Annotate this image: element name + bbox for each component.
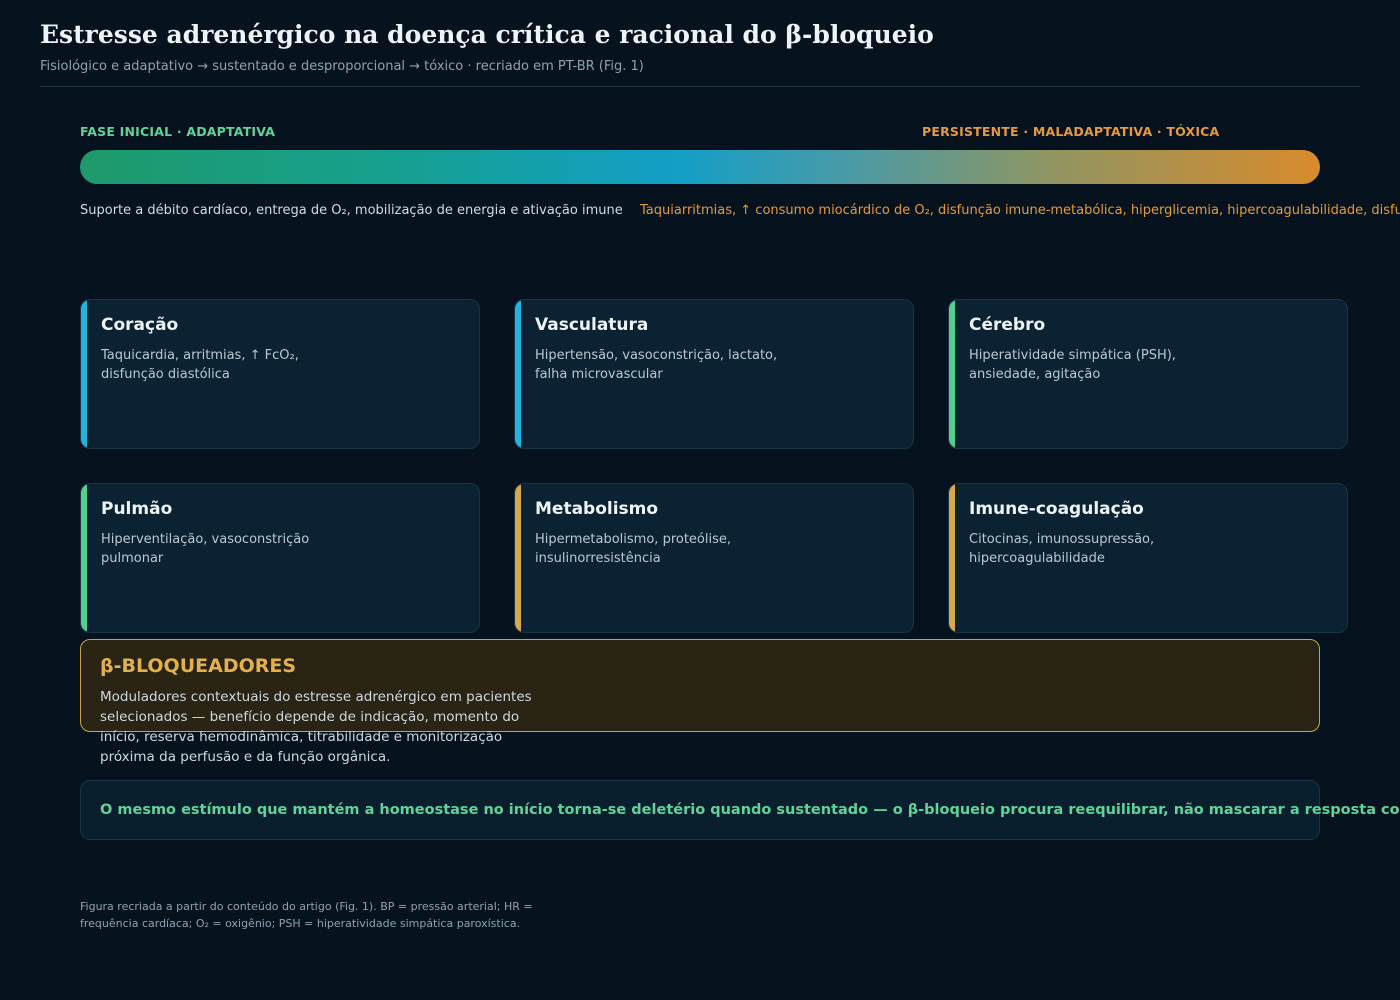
card-body: Hipertensão, vasoconstrição, lactato, fa… <box>535 348 778 382</box>
card-title: Coração <box>101 315 179 335</box>
beta-blockers-description: Moduladores contextuais do estresse adre… <box>100 689 532 765</box>
card-accent-bar <box>949 300 955 448</box>
organ-card-metabolism: Metabolismo Hipermetabolismo, proteólise… <box>514 483 914 633</box>
card-title: Cérebro <box>969 315 1046 335</box>
card-body: Hiperventilação, vasoconstrição pulmonar <box>101 532 310 566</box>
card-title: Pulmão <box>101 499 173 519</box>
card-body: Hipermetabolismo, proteólise, insulinorr… <box>535 532 732 566</box>
page-title: Estresse adrenérgico na doença crítica e… <box>40 20 934 49</box>
card-title: Metabolismo <box>535 499 659 519</box>
card-body: Citocinas, imunossupressão, hipercoagula… <box>969 532 1155 566</box>
card-accent-bar <box>81 300 87 448</box>
phase-description-adaptive: Suporte a débito cardíaco, entrega de O₂… <box>80 203 623 218</box>
card-title: Imune-coagulação <box>969 499 1144 519</box>
organ-card-heart: Coração Taquicardia, arritmias, ↑ FcO₂, … <box>80 299 480 449</box>
organ-card-brain: Cérebro Hiperatividade simpática (PSH), … <box>948 299 1348 449</box>
card-body: Hiperatividade simpática (PSH), ansiedad… <box>969 348 1176 382</box>
figure-page: Estresse adrenérgico na doença crítica e… <box>0 0 1400 1000</box>
page-subtitle: Fisiológico e adaptativo → sustentado e … <box>40 59 644 74</box>
organ-card-vasculature: Vasculatura Hipertensão, vasoconstrição,… <box>514 299 914 449</box>
key-message-text: O mesmo estímulo que mantém a homeostase… <box>100 802 1400 818</box>
card-accent-bar <box>515 300 521 448</box>
header-divider <box>40 86 1360 87</box>
organ-card-lung: Pulmão Hiperventilação, vasoconstrição p… <box>80 483 480 633</box>
card-body: Taquicardia, arritmias, ↑ FcO₂, disfunçã… <box>101 348 299 382</box>
card-accent-bar <box>81 484 87 632</box>
phase-label-adaptive: FASE INICIAL · ADAPTATIVA <box>80 124 276 139</box>
card-accent-bar <box>515 484 521 632</box>
figure-footnote: Figura recriada a partir do conteúdo do … <box>80 900 533 930</box>
organ-card-immune-coagulation: Imune-coagulação Citocinas, imunossupres… <box>948 483 1348 633</box>
beta-blockers-title: β-BLOQUEADORES <box>100 655 297 677</box>
stress-spectrum-bar <box>80 150 1320 184</box>
phase-description-toxic: Taquiarritmias, ↑ consumo miocárdico de … <box>640 203 1400 218</box>
card-title: Vasculatura <box>535 315 649 335</box>
phase-label-toxic: PERSISTENTE · MALADAPTATIVA · TÓXICA <box>922 124 1220 139</box>
card-accent-bar <box>949 484 955 632</box>
